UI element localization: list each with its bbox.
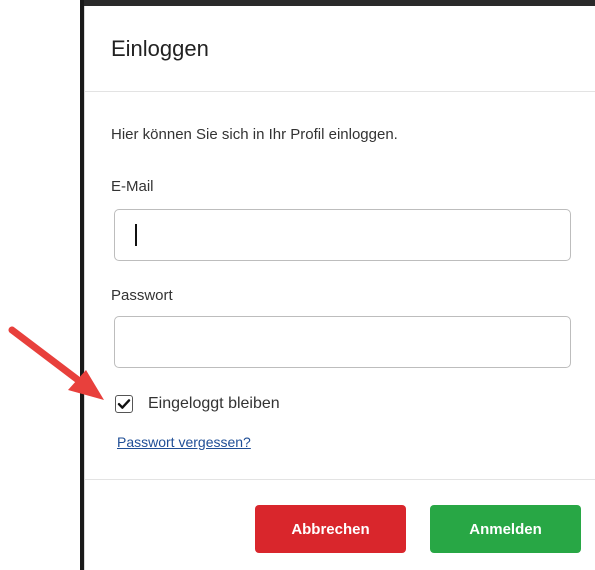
email-label: E-Mail bbox=[111, 178, 154, 195]
login-dialog: Einloggen Hier können Sie sich in Ihr Pr… bbox=[84, 6, 595, 570]
password-input[interactable] bbox=[114, 316, 571, 368]
red-pointer-arrow-icon bbox=[8, 326, 104, 400]
password-label: Passwort bbox=[111, 287, 173, 304]
text-cursor bbox=[135, 224, 137, 246]
dialog-intro-text: Hier können Sie sich in Ihr Profil einlo… bbox=[111, 126, 398, 143]
dialog-footer: Abbrechen Anmelden bbox=[85, 479, 595, 570]
dialog-title: Einloggen bbox=[111, 36, 209, 61]
email-input[interactable] bbox=[114, 209, 571, 261]
cancel-button[interactable]: Abbrechen bbox=[255, 505, 406, 553]
dialog-header: Einloggen bbox=[85, 6, 595, 92]
remember-label[interactable]: Eingeloggt bleiben bbox=[148, 395, 280, 413]
forgot-password-link[interactable]: Passwort vergessen? bbox=[117, 434, 251, 450]
screenshot: Einloggen Hier können Sie sich in Ihr Pr… bbox=[0, 0, 595, 570]
login-button[interactable]: Anmelden bbox=[430, 505, 581, 553]
remember-me-row[interactable]: Eingeloggt bleiben bbox=[115, 394, 280, 414]
